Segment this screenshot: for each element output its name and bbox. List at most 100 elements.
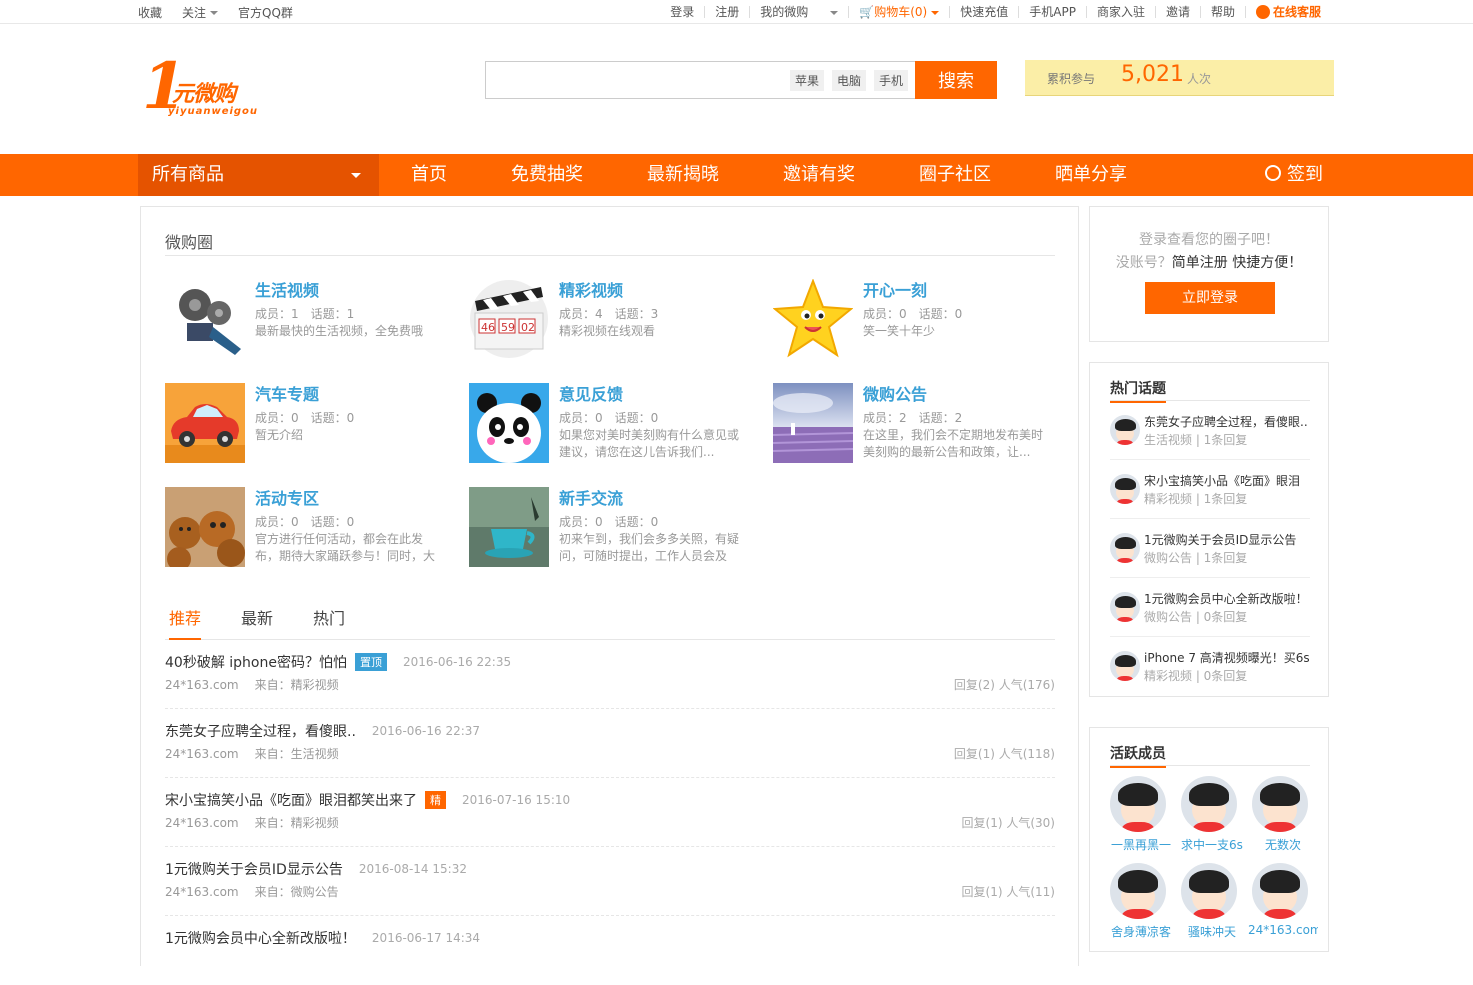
hot-topic-title[interactable]: iPhone 7 高清视频曝光！买6s [1144, 649, 1314, 666]
hot-topic-item[interactable]: iPhone 7 高清视频曝光！买6s 精彩视频 | 0条回复 [1110, 637, 1310, 696]
group-card[interactable]: 微购公告 成员：2 话题：2 在这里，我们会不定期地发布美时美刻购的最新公告和政… [773, 383, 1063, 465]
member-name[interactable]: 一黑再黑一 [1106, 836, 1176, 853]
group-name[interactable]: 新手交流 [559, 485, 623, 509]
hot-topic-item[interactable]: 1元微购会员中心全新改版啦！ 微购公告 | 0条回复 [1110, 578, 1310, 637]
top-bar-left: 收藏 关注 官方QQ群 [138, 0, 293, 24]
qq-group-link[interactable]: 官方QQ群 [238, 4, 293, 21]
member-item[interactable]: 求中一支6s [1181, 776, 1243, 856]
hot-keyword[interactable]: 苹果 [790, 70, 825, 91]
post-row[interactable]: 东莞女子应聘全过程，看傻眼.. 2016-06-16 22:37 24*163.c… [165, 709, 1055, 778]
my-account-menu[interactable]: 我的微购 [760, 5, 839, 19]
register-link[interactable]: 注册 [715, 5, 739, 19]
online-service-link[interactable]: 在线客服 [1255, 4, 1321, 19]
login-link[interactable]: 登录 [670, 5, 694, 19]
counter-label: 累积参与 [1047, 72, 1096, 86]
group-name[interactable]: 汽车专题 [255, 381, 319, 405]
post-row[interactable]: 1元微购关于会员ID显示公告 2016-08-14 15:32 24*163.co… [165, 847, 1055, 916]
tab-latest[interactable]: 最新 [241, 605, 273, 629]
post-title[interactable]: 40秒破解 iphone密码？怕怕 [165, 652, 347, 672]
chevron-down-icon [351, 173, 361, 178]
hot-topic-title[interactable]: 1元微购会员中心全新改版啦！ [1144, 590, 1314, 607]
tab-hot[interactable]: 热门 [313, 605, 345, 629]
hot-topic-title[interactable]: 宋小宝搞笑小品《吃面》眼泪 [1144, 472, 1314, 489]
counter-unit: 人次 [1187, 72, 1212, 86]
cart-icon: 🛒 [859, 5, 875, 19]
hot-topic-item[interactable]: 东莞女子应聘全过程，看傻眼.. 生活视频 | 1条回复 [1110, 401, 1310, 460]
member-name[interactable]: 无数次 [1248, 836, 1318, 853]
post-source: 来自：精彩视频 [254, 678, 339, 692]
post-date: 2016-06-16 22:37 [371, 724, 481, 738]
search-input[interactable] [486, 62, 786, 98]
invite-link[interactable]: 邀请 [1166, 5, 1190, 19]
cart-link[interactable]: 🛒购物车(0) [859, 5, 940, 19]
sign-in-button[interactable]: 签到 [1265, 154, 1323, 196]
post-author[interactable]: 24*163.com [165, 816, 239, 830]
post-title[interactable]: 东莞女子应聘全过程，看傻眼.. [165, 721, 356, 741]
group-card[interactable]: 活动专区 成员：0 话题：0 官方进行任何活动，都会在此发布，期待大家踊跃参与！… [165, 487, 455, 569]
hot-topic-title[interactable]: 1元微购关于会员ID显示公告 [1144, 531, 1314, 548]
hot-topic-item[interactable]: 1元微购关于会员ID显示公告 微购公告 | 1条回复 [1110, 519, 1310, 578]
register-link[interactable]: 简单注册 快捷方便！ [1172, 255, 1302, 271]
group-card[interactable]: 开心一刻 成员：0 话题：0 笑一笑十年少 [773, 279, 1063, 361]
member-name[interactable]: 舍身薄凉客 [1106, 923, 1176, 940]
hot-keyword[interactable]: 手机 [874, 70, 909, 91]
group-card[interactable]: 意见反馈 成员：0 话题：0 如果您对美时美刻购有什么意见或建议，请您在这儿告诉… [469, 383, 759, 465]
member-item[interactable]: 无数次 [1252, 776, 1314, 856]
hot-topic-item[interactable]: 宋小宝搞笑小品《吃面》眼泪 精彩视频 | 1条回复 [1110, 460, 1310, 519]
post-row[interactable]: 1元微购会员中心全新改版啦！ 2016-06-17 14:34 [165, 916, 1055, 985]
site-logo[interactable]: 1 元微购 yiyuanweigou [138, 54, 268, 124]
nav-invite[interactable]: 邀请有奖 [751, 154, 887, 196]
lavender-field-image [773, 383, 853, 463]
login-button[interactable]: 立即登录 [1145, 282, 1275, 314]
group-name[interactable]: 生活视频 [255, 277, 319, 301]
member-item[interactable]: 骚味冲天 [1181, 863, 1243, 943]
group-card[interactable]: 新手交流 成员：0 话题：0 初来乍到，我们会多多关照，有疑问，可随时提出，工作… [469, 487, 759, 569]
post-title[interactable]: 宋小宝搞笑小品《吃面》眼泪都笑出来了 [165, 790, 417, 810]
group-name[interactable]: 意见反馈 [559, 381, 623, 405]
post-row[interactable]: 40秒破解 iphone密码？怕怕 置顶 2016-06-16 22:35 24*1… [165, 640, 1055, 709]
post-date: 2016-08-14 15:32 [358, 862, 467, 876]
group-name[interactable]: 精彩视频 [559, 277, 623, 301]
counter-value: 5,021 [1121, 62, 1184, 87]
member-name[interactable]: 24*163.com [1248, 923, 1318, 937]
post-row[interactable]: 宋小宝搞笑小品《吃面》眼泪都笑出来了精 2016-07-16 15:10 24*1… [165, 778, 1055, 847]
member-item[interactable]: 一黑再黑一 [1110, 776, 1172, 856]
nav-latest-results[interactable]: 最新揭晓 [615, 154, 751, 196]
group-card[interactable]: 汽车专题 成员：0 话题：0 暂无介绍 [165, 383, 455, 465]
post-author[interactable]: 24*163.com [165, 747, 239, 761]
group-card[interactable]: 46 59 02 精彩视频 成员：4 话题：3 精彩视频在线观看 [469, 279, 759, 361]
nav-share[interactable]: 晒单分享 [1023, 154, 1159, 196]
avatar [1181, 863, 1237, 919]
member-item[interactable]: 24*163.com [1248, 863, 1318, 943]
favorite-link[interactable]: 收藏 [138, 4, 162, 21]
post-author[interactable]: 24*163.com [165, 885, 239, 899]
help-link[interactable]: 帮助 [1211, 5, 1235, 19]
merchant-link[interactable]: 商家入驻 [1097, 5, 1145, 19]
group-desc: 在这里，我们会不定期地发布美时美刻购的最新公告和政策，让... [863, 428, 1044, 459]
nav-home[interactable]: 首页 [379, 154, 479, 196]
member-item[interactable]: 舍身薄凉客 [1110, 863, 1172, 943]
hot-topic-title[interactable]: 东莞女子应聘全过程，看傻眼.. [1144, 413, 1314, 430]
hot-keyword[interactable]: 电脑 [832, 70, 867, 91]
nav-free-lottery[interactable]: 免费抽奖 [479, 154, 615, 196]
nav-community[interactable]: 圈子社区 [887, 154, 1023, 196]
recharge-link[interactable]: 快速充值 [960, 5, 1008, 19]
all-products-label: 所有商品 [152, 164, 224, 185]
member-name[interactable]: 骚味冲天 [1177, 923, 1247, 940]
post-counts: 回复(2) 人气(176) [953, 678, 1055, 692]
all-products-menu[interactable]: 所有商品 [138, 154, 379, 196]
post-title[interactable]: 1元微购会员中心全新改版啦！ [165, 928, 356, 948]
tab-recommended[interactable]: 推荐 [169, 605, 202, 640]
follow-menu[interactable]: 关注 [182, 4, 219, 21]
online-service-label: 在线客服 [1272, 4, 1321, 19]
group-card[interactable]: 生活视频 成员：1 话题：1 最新最快的生活视频，全免费哦 [165, 279, 455, 361]
post-author[interactable]: 24*163.com [165, 678, 239, 692]
star-icon [773, 279, 853, 359]
member-name[interactable]: 求中一支6s [1177, 836, 1247, 853]
search-button[interactable]: 搜索 [915, 61, 997, 99]
group-name[interactable]: 微购公告 [863, 381, 927, 405]
mobile-app-link[interactable]: 手机APP [1029, 5, 1076, 19]
group-name[interactable]: 开心一刻 [863, 277, 927, 301]
post-title[interactable]: 1元微购关于会员ID显示公告 [165, 859, 343, 879]
group-name[interactable]: 活动专区 [255, 485, 319, 509]
